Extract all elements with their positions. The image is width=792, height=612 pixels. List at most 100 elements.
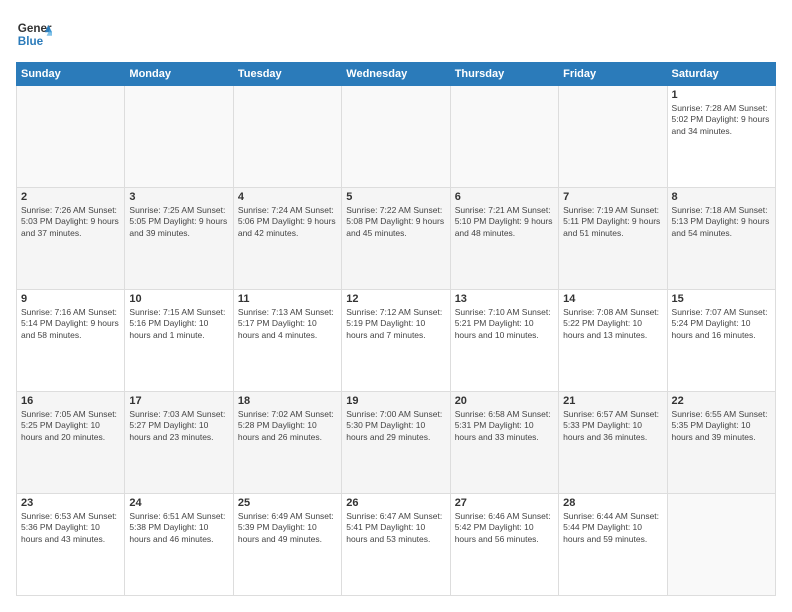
day-info: Sunrise: 7:24 AM Sunset: 5:06 PM Dayligh… xyxy=(238,205,337,239)
calendar-cell: 14 Sunrise: 7:08 AM Sunset: 5:22 PM Dayli… xyxy=(559,290,667,392)
day-info: Sunrise: 6:44 AM Sunset: 5:44 PM Dayligh… xyxy=(563,511,662,545)
day-info: Sunrise: 6:49 AM Sunset: 5:39 PM Dayligh… xyxy=(238,511,337,545)
calendar-cell: 8 Sunrise: 7:18 AM Sunset: 5:13 PM Daylig… xyxy=(667,188,775,290)
logo: General Blue xyxy=(16,16,52,52)
calendar-cell: 19 Sunrise: 7:00 AM Sunset: 5:30 PM Dayli… xyxy=(342,392,450,494)
day-info: Sunrise: 7:00 AM Sunset: 5:30 PM Dayligh… xyxy=(346,409,445,443)
calendar-cell: 2 Sunrise: 7:26 AM Sunset: 5:03 PM Daylig… xyxy=(17,188,125,290)
day-info: Sunrise: 7:22 AM Sunset: 5:08 PM Dayligh… xyxy=(346,205,445,239)
day-info: Sunrise: 6:51 AM Sunset: 5:38 PM Dayligh… xyxy=(129,511,228,545)
day-info: Sunrise: 7:08 AM Sunset: 5:22 PM Dayligh… xyxy=(563,307,662,341)
calendar-cell: 13 Sunrise: 7:10 AM Sunset: 5:21 PM Dayli… xyxy=(450,290,558,392)
day-number: 11 xyxy=(238,293,337,305)
day-number: 3 xyxy=(129,191,228,203)
calendar-cell: 5 Sunrise: 7:22 AM Sunset: 5:08 PM Daylig… xyxy=(342,188,450,290)
day-info: Sunrise: 7:18 AM Sunset: 5:13 PM Dayligh… xyxy=(672,205,771,239)
day-info: Sunrise: 6:47 AM Sunset: 5:41 PM Dayligh… xyxy=(346,511,445,545)
day-info: Sunrise: 7:16 AM Sunset: 5:14 PM Dayligh… xyxy=(21,307,120,341)
day-number: 16 xyxy=(21,395,120,407)
day-number: 1 xyxy=(672,89,771,101)
calendar-cell: 21Sunrise: 6:57 AM Sunset: 5:33 PM Dayli… xyxy=(559,392,667,494)
calendar-cell: 7Sunrise: 7:19 AM Sunset: 5:11 PM Daylig… xyxy=(559,188,667,290)
col-header-tuesday: Tuesday xyxy=(233,63,341,86)
day-number: 17 xyxy=(129,395,228,407)
calendar-cell: 12Sunrise: 7:12 AM Sunset: 5:19 PM Dayli… xyxy=(342,290,450,392)
day-info: Sunrise: 6:57 AM Sunset: 5:33 PM Dayligh… xyxy=(563,409,662,443)
day-info: Sunrise: 7:03 AM Sunset: 5:27 PM Dayligh… xyxy=(129,409,228,443)
day-number: 10 xyxy=(129,293,228,305)
calendar-cell xyxy=(450,86,558,188)
col-header-saturday: Saturday xyxy=(667,63,775,86)
day-number: 27 xyxy=(455,497,554,509)
calendar-cell: 23 Sunrise: 6:53 AM Sunset: 5:36 PM Dayli… xyxy=(17,494,125,596)
day-number: 2 xyxy=(21,191,120,203)
day-number: 15 xyxy=(672,293,771,305)
day-number: 8 xyxy=(672,191,771,203)
calendar-cell: 3 Sunrise: 7:25 AM Sunset: 5:05 PM Daylig… xyxy=(125,188,233,290)
logo-icon: General Blue xyxy=(16,16,52,52)
day-number: 22 xyxy=(672,395,771,407)
calendar-cell: 20 Sunrise: 6:58 AM Sunset: 5:31 PM Dayli… xyxy=(450,392,558,494)
day-number: 28 xyxy=(563,497,662,509)
calendar-cell xyxy=(342,86,450,188)
day-info: Sunrise: 7:26 AM Sunset: 5:03 PM Dayligh… xyxy=(21,205,120,239)
svg-text:Blue: Blue xyxy=(18,35,44,48)
calendar-header-row: SundayMondayTuesdayWednesdayThursdayFrid… xyxy=(17,63,776,86)
day-number: 23 xyxy=(21,497,120,509)
day-number: 14 xyxy=(563,293,662,305)
col-header-sunday: Sunday xyxy=(17,63,125,86)
calendar-cell: 22Sunrise: 6:55 AM Sunset: 5:35 PM Dayli… xyxy=(667,392,775,494)
day-number: 24 xyxy=(129,497,228,509)
day-number: 19 xyxy=(346,395,445,407)
col-header-monday: Monday xyxy=(125,63,233,86)
day-info: Sunrise: 7:28 AM Sunset: 5:02 PM Dayligh… xyxy=(672,103,771,137)
day-info: Sunrise: 7:02 AM Sunset: 5:28 PM Dayligh… xyxy=(238,409,337,443)
calendar-cell: 26 Sunrise: 6:47 AM Sunset: 5:41 PM Dayli… xyxy=(342,494,450,596)
calendar-cell: 4 Sunrise: 7:24 AM Sunset: 5:06 PM Daylig… xyxy=(233,188,341,290)
day-number: 5 xyxy=(346,191,445,203)
calendar-cell: 6 Sunrise: 7:21 AM Sunset: 5:10 PM Daylig… xyxy=(450,188,558,290)
calendar-week-row: 2 Sunrise: 7:26 AM Sunset: 5:03 PM Daylig… xyxy=(17,188,776,290)
calendar-cell: 9 Sunrise: 7:16 AM Sunset: 5:14 PM Daylig… xyxy=(17,290,125,392)
calendar-cell xyxy=(233,86,341,188)
calendar-cell: 28 Sunrise: 6:44 AM Sunset: 5:44 PM Dayli… xyxy=(559,494,667,596)
day-info: Sunrise: 6:58 AM Sunset: 5:31 PM Dayligh… xyxy=(455,409,554,443)
day-info: Sunrise: 7:21 AM Sunset: 5:10 PM Dayligh… xyxy=(455,205,554,239)
calendar-cell: 15 Sunrise: 7:07 AM Sunset: 5:24 PM Dayli… xyxy=(667,290,775,392)
calendar-cell: 24 Sunrise: 6:51 AM Sunset: 5:38 PM Dayli… xyxy=(125,494,233,596)
calendar-week-row: 1 Sunrise: 7:28 AM Sunset: 5:02 PM Daylig… xyxy=(17,86,776,188)
day-info: Sunrise: 7:15 AM Sunset: 5:16 PM Dayligh… xyxy=(129,307,228,341)
calendar-week-row: 23 Sunrise: 6:53 AM Sunset: 5:36 PM Dayli… xyxy=(17,494,776,596)
calendar-cell xyxy=(17,86,125,188)
calendar-week-row: 9 Sunrise: 7:16 AM Sunset: 5:14 PM Daylig… xyxy=(17,290,776,392)
day-number: 20 xyxy=(455,395,554,407)
day-number: 13 xyxy=(455,293,554,305)
day-number: 7 xyxy=(563,191,662,203)
day-info: Sunrise: 7:10 AM Sunset: 5:21 PM Dayligh… xyxy=(455,307,554,341)
calendar-cell: 1 Sunrise: 7:28 AM Sunset: 5:02 PM Daylig… xyxy=(667,86,775,188)
day-number: 18 xyxy=(238,395,337,407)
col-header-wednesday: Wednesday xyxy=(342,63,450,86)
calendar-cell xyxy=(667,494,775,596)
calendar-cell: 25 Sunrise: 6:49 AM Sunset: 5:39 PM Dayli… xyxy=(233,494,341,596)
day-info: Sunrise: 7:07 AM Sunset: 5:24 PM Dayligh… xyxy=(672,307,771,341)
day-number: 12 xyxy=(346,293,445,305)
day-number: 26 xyxy=(346,497,445,509)
day-info: Sunrise: 6:46 AM Sunset: 5:42 PM Dayligh… xyxy=(455,511,554,545)
calendar-table: SundayMondayTuesdayWednesdayThursdayFrid… xyxy=(16,62,776,596)
col-header-thursday: Thursday xyxy=(450,63,558,86)
col-header-friday: Friday xyxy=(559,63,667,86)
calendar-cell: 16 Sunrise: 7:05 AM Sunset: 5:25 PM Dayli… xyxy=(17,392,125,494)
day-number: 9 xyxy=(21,293,120,305)
calendar-cell xyxy=(559,86,667,188)
calendar-cell: 18 Sunrise: 7:02 AM Sunset: 5:28 PM Dayli… xyxy=(233,392,341,494)
day-number: 25 xyxy=(238,497,337,509)
day-number: 4 xyxy=(238,191,337,203)
day-info: Sunrise: 7:25 AM Sunset: 5:05 PM Dayligh… xyxy=(129,205,228,239)
calendar-cell: 17 Sunrise: 7:03 AM Sunset: 5:27 PM Dayli… xyxy=(125,392,233,494)
day-info: Sunrise: 7:05 AM Sunset: 5:25 PM Dayligh… xyxy=(21,409,120,443)
day-info: Sunrise: 6:53 AM Sunset: 5:36 PM Dayligh… xyxy=(21,511,120,545)
calendar-cell: 10 Sunrise: 7:15 AM Sunset: 5:16 PM Dayli… xyxy=(125,290,233,392)
calendar-week-row: 16 Sunrise: 7:05 AM Sunset: 5:25 PM Dayli… xyxy=(17,392,776,494)
day-number: 6 xyxy=(455,191,554,203)
